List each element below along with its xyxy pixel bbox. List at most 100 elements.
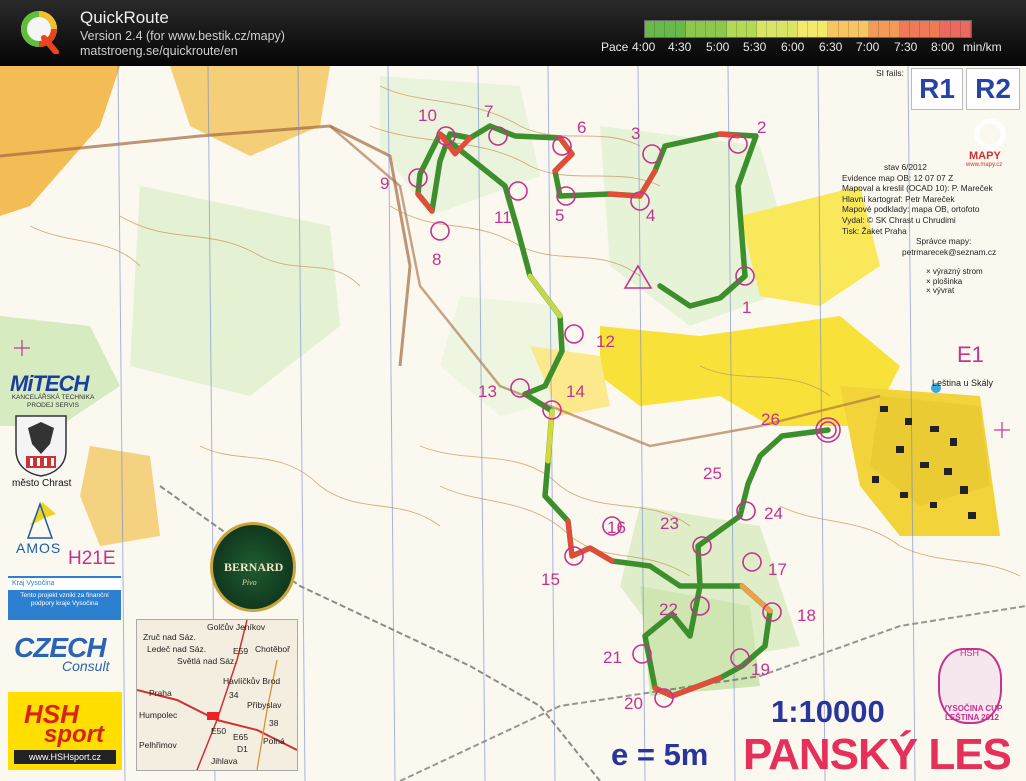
control-number: 7 — [484, 102, 494, 121]
symbol-legend: × výrazný strom × plošinka × vývrat — [926, 267, 983, 296]
info-line: Evidence map OB: 12 07 07 Z — [842, 172, 954, 183]
info-line: Tisk: Žaket Praha — [842, 225, 907, 236]
control-number: 17 — [768, 560, 787, 579]
app-title: QuickRoute — [80, 8, 169, 27]
control-number: 20 — [624, 694, 643, 713]
bernard-text: BERNARD — [224, 560, 284, 574]
pace-scale-segment — [940, 21, 951, 37]
pace-scale-segment — [685, 21, 696, 37]
control-number: 22 — [659, 600, 678, 619]
pace-label: 5:30 — [743, 40, 767, 54]
inset-place: Humpolec — [139, 710, 178, 720]
control-number: 19 — [751, 660, 770, 679]
control-number: 1 — [742, 298, 752, 317]
pace-scale-segment — [828, 21, 839, 37]
map-name: PANSKÝ LES — [743, 730, 1012, 779]
map-scale: 1:10000 — [771, 694, 885, 729]
inset-road: E59 — [233, 646, 249, 656]
inset-place: Golčův Jeníkov — [207, 622, 266, 632]
pace-label: 5:00 — [706, 40, 730, 54]
control-number: 15 — [541, 570, 560, 589]
control-number: 3 — [631, 124, 641, 143]
info-line: Správce mapy: — [916, 236, 972, 247]
vysocina-title: Kraj Vysočina — [8, 578, 121, 590]
event-label: E1 — [957, 342, 984, 367]
pace-scale-segment — [838, 21, 849, 37]
inset-place: Jihlava — [211, 756, 238, 766]
inset-road: E65 — [233, 732, 249, 742]
village-label: Leština u Skály — [932, 378, 994, 388]
app-version: Version 2.4 (for www.bestik.cz/mapy) — [80, 29, 285, 43]
orienteering-map[interactable]: 1 2 3 4 5 6 7 8 9 10 11 12 13 14 15 16 1… — [0, 66, 1026, 781]
legend-item: × plošinka — [926, 276, 963, 286]
quickroute-window: QuickRoute Version 2.4 (for www.bestik.c… — [0, 0, 1026, 781]
pace-scale-segment — [757, 21, 768, 37]
bernard-subtitle: Pivo — [242, 578, 257, 587]
legend-item: × výrazný strom — [926, 267, 983, 276]
header-bar: QuickRoute Version 2.4 (for www.bestik.c… — [0, 0, 1026, 66]
control-number: 13 — [478, 382, 497, 401]
mitech-subtitle: KANCELÁŘSKÁ TECHNIKA PRODEJ SERVIS — [11, 394, 95, 409]
category-label: H21E — [68, 548, 116, 569]
pace-scale-segment — [716, 21, 727, 37]
pace-label: 6:30 — [819, 40, 843, 54]
control-number: 5 — [555, 206, 565, 225]
control-number: 11 — [494, 208, 512, 227]
pace-label: 7:00 — [856, 40, 880, 54]
inset-place: Havlíčkův Brod — [223, 676, 281, 686]
locator-map: Golčův Jeníkov Zruč nad Sáz. Ledeč nad S… — [136, 619, 298, 771]
pace-label: 6:00 — [781, 40, 805, 54]
info-line: Hlavní kartograf: Petr Mareček — [842, 193, 955, 204]
info-line: Mapové podklady: mapa OB, ortofoto — [842, 204, 980, 215]
info-line: stav 6/2012 — [884, 162, 927, 172]
cup-hsh: HSH — [960, 648, 980, 658]
pace-scale-segment — [848, 21, 859, 37]
inset-place: Pelhřimov — [139, 740, 177, 750]
control-number: 26 — [761, 410, 780, 429]
pace-scale-segment — [777, 21, 788, 37]
pace-scale-segment — [920, 21, 931, 37]
control-number: 25 — [703, 464, 722, 483]
control-number: 12 — [596, 332, 615, 351]
control-number: 8 — [432, 250, 442, 269]
pace-label: 7:30 — [894, 40, 918, 54]
pace-label: 4:30 — [668, 40, 692, 54]
inset-place: Praha — [149, 688, 172, 698]
pace-scale-segment — [787, 21, 798, 37]
pace-scale-segment — [645, 21, 656, 37]
info-line: Mapoval a kreslil (OCAD 10): P. Mareček — [842, 183, 993, 194]
pace-scale-segment — [950, 21, 961, 37]
inset-place: Ledeč nad Sáz. — [147, 644, 207, 654]
chrast-label: město Chrast — [12, 478, 72, 489]
hsh-url: www.HSHsport.cz — [14, 750, 116, 764]
pace-scale-segment — [695, 21, 707, 37]
pace-scale-segment — [665, 21, 676, 37]
si-fails-label: SI fails: — [876, 68, 904, 78]
pace-scale-segment — [869, 21, 880, 37]
pace-scale-segment — [736, 21, 747, 37]
control-number: 2 — [757, 118, 767, 137]
course-code-r2: R2 — [966, 68, 1020, 110]
inset-road: 38 — [269, 718, 279, 728]
pace-scale-segment — [960, 21, 971, 37]
inset-place: Světlá nad Sáz. — [177, 656, 237, 666]
control-number: 14 — [566, 382, 585, 401]
pace-color-scale — [644, 20, 972, 38]
control-number: 4 — [646, 206, 656, 225]
inset-road: 34 — [229, 690, 239, 700]
inset-place: Přibyslav — [247, 700, 282, 710]
cup-text: VYSOČINA CUP LEŠTINA 2012 — [941, 704, 1003, 722]
pace-scale-segment — [797, 21, 808, 37]
control-number: 23 — [660, 514, 679, 533]
pace-prefix: Pace — [601, 40, 629, 54]
pace-scale-segment — [726, 21, 737, 37]
contour-interval: e = 5m — [611, 737, 709, 772]
mapy-logo: MAPY — [969, 150, 1001, 162]
inset-road: D1 — [237, 744, 248, 754]
pace-scale-segment — [858, 21, 870, 37]
control-number: 16 — [607, 518, 626, 537]
pace-label: 8:00 — [931, 40, 955, 54]
inset-place: Zruč nad Sáz. — [143, 632, 196, 642]
sport-text: sport — [44, 721, 104, 748]
map-info-block: stav 6/2012 Evidence map OB: 12 07 07 Z … — [842, 162, 1020, 257]
